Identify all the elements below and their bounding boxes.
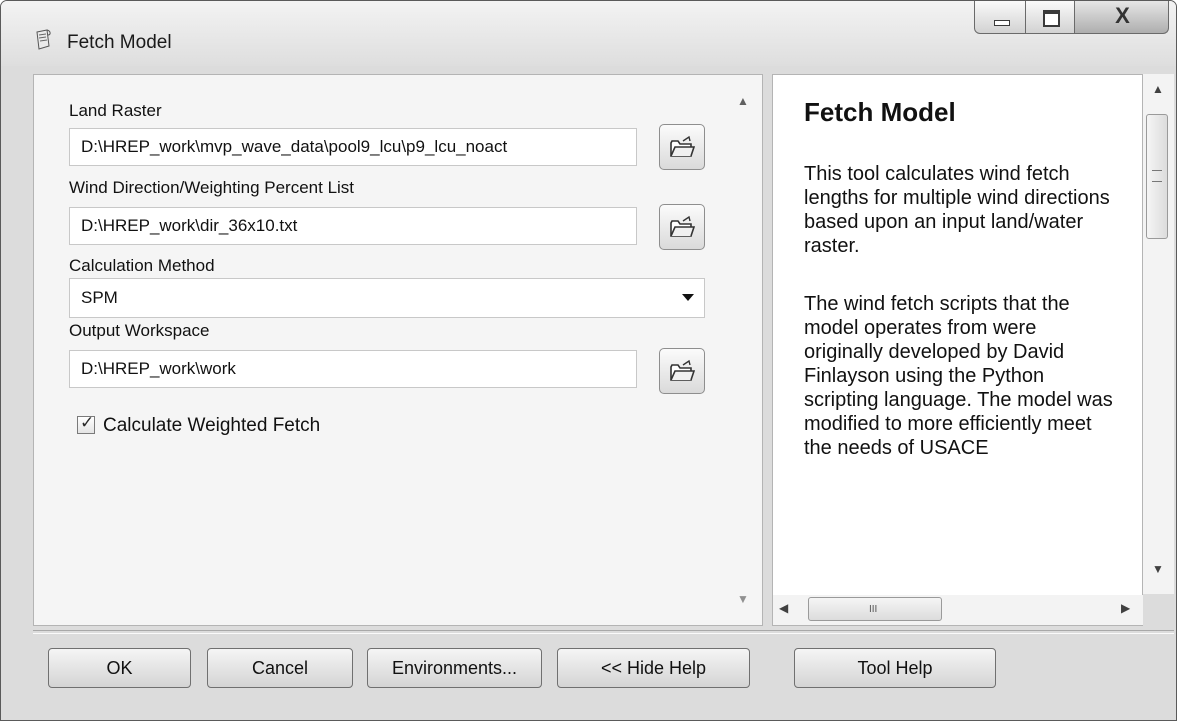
minimize-button[interactable]: [974, 1, 1026, 34]
grip-icon: III: [869, 604, 878, 615]
help-paragraph: This tool calculates wind fetch lengths …: [804, 163, 1110, 257]
scroll-right-icon[interactable]: ▶: [1121, 601, 1130, 615]
help-horizontal-scrollbar[interactable]: ◀ III ▶: [773, 595, 1143, 625]
ok-button[interactable]: OK: [48, 648, 191, 688]
weighted-fetch-checkbox[interactable]: ✓: [77, 413, 95, 434]
output-workspace-browse-button[interactable]: [659, 348, 705, 394]
open-folder-icon: [670, 215, 695, 237]
title-bar[interactable]: Fetch Model X: [1, 1, 1176, 66]
tool-help-button[interactable]: Tool Help: [794, 648, 996, 688]
maximize-button[interactable]: [1025, 1, 1075, 34]
wind-direction-label: Wind Direction/Weighting Percent List: [69, 178, 355, 197]
calculation-method-value: SPM: [81, 288, 118, 307]
calculation-method-select[interactable]: SPM: [69, 278, 705, 318]
grip-icon: [1152, 170, 1162, 182]
scroll-left-icon[interactable]: ◀: [779, 601, 788, 615]
scroll-down-icon[interactable]: ▼: [1152, 562, 1164, 576]
output-workspace-label: Output Workspace: [69, 321, 210, 340]
help-paragraph: The wind fetch scripts that the model op…: [804, 293, 1113, 459]
dropdown-arrow-icon[interactable]: [682, 294, 694, 301]
environments-button[interactable]: Environments...: [367, 648, 542, 688]
wind-direction-input[interactable]: D:\HREP_work\dir_36x10.txt: [69, 207, 637, 245]
window-controls: X: [974, 1, 1169, 39]
output-workspace-input[interactable]: D:\HREP_work\work: [69, 350, 637, 388]
window-title: Fetch Model: [67, 32, 172, 53]
help-content: Fetch Model This tool calculates wind fe…: [804, 96, 1114, 594]
maximize-icon: [1043, 10, 1060, 27]
close-icon: X: [1115, 3, 1130, 28]
open-folder-icon: [670, 359, 695, 381]
close-button[interactable]: X: [1074, 1, 1169, 34]
cancel-button[interactable]: Cancel: [207, 648, 353, 688]
parameters-scrollbar[interactable]: ▲ ▼: [728, 74, 760, 626]
checkmark-icon: ✓: [80, 413, 95, 432]
footer-divider: [33, 630, 1174, 634]
minimize-icon: [994, 20, 1010, 26]
script-tool-icon: [36, 29, 51, 50]
land-raster-browse-button[interactable]: [659, 124, 705, 170]
scroll-thumb[interactable]: III: [808, 597, 942, 621]
scroll-thumb[interactable]: [1146, 114, 1168, 239]
land-raster-label: Land Raster: [69, 101, 162, 120]
weighted-fetch-label[interactable]: Calculate Weighted Fetch: [103, 415, 320, 437]
scroll-up-icon[interactable]: ▲: [1152, 82, 1164, 96]
wind-direction-browse-button[interactable]: [659, 204, 705, 250]
scroll-down-icon[interactable]: ▼: [737, 592, 749, 606]
land-raster-input[interactable]: D:\HREP_work\mvp_wave_data\pool9_lcu\p9_…: [69, 128, 637, 166]
help-title: Fetch Model: [804, 97, 956, 127]
help-vertical-scrollbar[interactable]: ▲ ▼: [1143, 74, 1174, 594]
fetch-model-dialog: Fetch Model X ▲ ▼ Land Raster D:\HREP_wo…: [0, 0, 1177, 721]
scroll-up-icon[interactable]: ▲: [737, 94, 749, 108]
hide-help-button[interactable]: << Hide Help: [557, 648, 750, 688]
calculation-method-label: Calculation Method: [69, 256, 215, 275]
open-folder-icon: [670, 135, 695, 157]
